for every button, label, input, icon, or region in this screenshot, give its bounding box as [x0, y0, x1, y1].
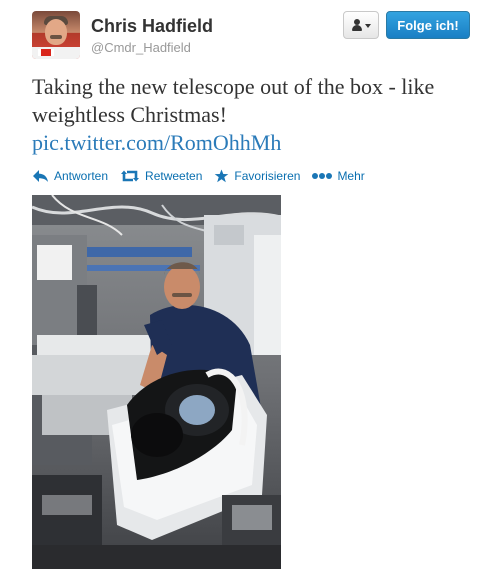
- star-icon: [214, 169, 229, 183]
- favorite-label: Favorisieren: [234, 169, 301, 183]
- avatar-face: [45, 19, 67, 45]
- avatar[interactable]: [32, 11, 80, 59]
- user-icon: [351, 18, 363, 32]
- user-name[interactable]: Chris Hadfield: [91, 16, 213, 37]
- tweet-text: Taking the new telescope out of the box …: [32, 74, 435, 127]
- tweet-actions: Antworten Retweeten Favorisieren Mehr: [32, 167, 377, 185]
- user-dropdown-button[interactable]: [343, 11, 379, 39]
- photo-astronaut-telescope-icon: [32, 195, 281, 569]
- user-handle[interactable]: @Cmdr_Hadfield: [91, 40, 191, 55]
- retweet-icon: [120, 169, 140, 183]
- more-label: Mehr: [337, 169, 365, 183]
- more-action[interactable]: Mehr: [312, 169, 365, 183]
- follow-button[interactable]: Folge ich!: [386, 11, 470, 39]
- reply-action[interactable]: Antworten: [32, 169, 108, 183]
- retweet-label: Retweeten: [145, 169, 203, 183]
- flag-icon: [38, 49, 54, 56]
- avatar-mustache: [50, 35, 62, 39]
- tweet-media-link[interactable]: pic.twitter.com/RomOhhMh: [32, 129, 281, 157]
- tweet-photo[interactable]: [32, 195, 281, 569]
- reply-icon: [32, 169, 49, 183]
- reply-label: Antworten: [54, 169, 109, 183]
- favorite-action[interactable]: Favorisieren: [214, 169, 300, 183]
- retweet-action[interactable]: Retweeten: [120, 169, 202, 183]
- caret-down-icon: [365, 24, 371, 28]
- more-icon: [312, 172, 333, 180]
